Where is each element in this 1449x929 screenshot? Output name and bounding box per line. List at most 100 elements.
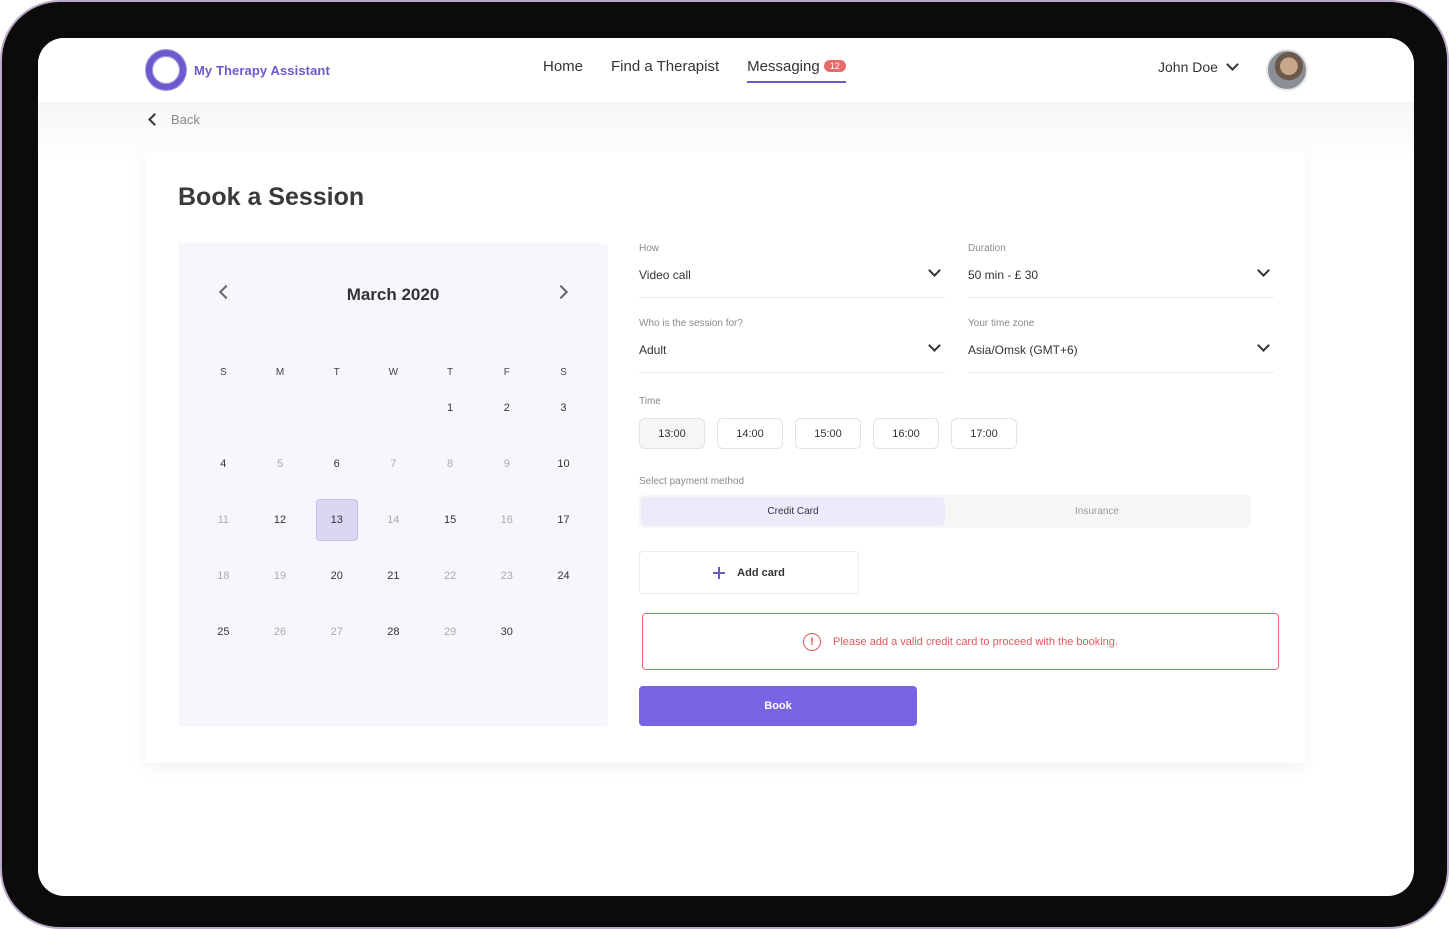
- calendar-day[interactable]: 11: [195, 499, 252, 555]
- app-logo[interactable]: My Therapy Assistant: [146, 50, 330, 90]
- calendar-day[interactable]: 28: [365, 611, 422, 667]
- calendar-day-number: [372, 387, 414, 429]
- error-alert: ! Please add a valid credit card to proc…: [642, 613, 1279, 670]
- calendar-day-number: 16: [500, 514, 513, 526]
- tab-insurance[interactable]: Insurance: [945, 497, 1249, 526]
- calendar-day[interactable]: 9: [478, 443, 535, 499]
- calendar-weekday: F: [503, 367, 510, 378]
- calendar-empty-cell: [308, 387, 365, 443]
- calendar-day-number: [542, 611, 584, 653]
- calendar-grid: S M T W T F S 1 2 3 4 5 6 7 8 9 10 11 12 13 14 15 16 17 18 19 20 21…: [195, 355, 592, 667]
- calendar-day[interactable]: 24: [535, 555, 592, 611]
- calendar-day[interactable]: 17: [535, 499, 592, 555]
- calendar-weekday: W: [388, 367, 399, 378]
- calendar-empty-cell: [252, 387, 309, 443]
- book-button[interactable]: Book: [639, 686, 917, 726]
- calendar-day[interactable]: 7: [365, 443, 422, 499]
- calendar-day[interactable]: 19: [252, 555, 309, 611]
- calendar-day-number: 3: [560, 402, 567, 414]
- calendar-day-number: 27: [330, 626, 343, 638]
- calendar-weekday: M: [275, 367, 285, 378]
- calendar-day-number: 19: [273, 570, 287, 582]
- timezone-field: Your time zone Asia/Omsk (GMT+6): [968, 318, 1274, 373]
- user-menu[interactable]: John Doe: [1158, 58, 1239, 75]
- add-card-label: Add card: [737, 566, 785, 579]
- calendar-day[interactable]: 18: [195, 555, 252, 611]
- calendar-weekday: S: [220, 367, 227, 378]
- time-slot-button[interactable]: 17:00: [951, 418, 1017, 449]
- calendar-day-number: 14: [387, 514, 400, 526]
- chevron-down-icon: [928, 264, 941, 277]
- calendar-day[interactable]: 2: [478, 387, 535, 443]
- calendar-week-row: 11 12 13 14 15 16 17: [195, 499, 592, 555]
- calendar-empty-cell: [195, 387, 252, 443]
- calendar-day[interactable]: 12: [252, 499, 309, 555]
- time-slot-button[interactable]: 14:00: [717, 418, 783, 449]
- calendar-day[interactable]: 20: [308, 555, 365, 611]
- calendar-day[interactable]: 4: [195, 443, 252, 499]
- time-slot-button[interactable]: 15:00: [795, 418, 861, 449]
- calendar-empty-cell: [535, 611, 592, 667]
- calendar-week-row: 25 26 27 28 29 30: [195, 611, 592, 667]
- payment-method-label: Select payment method: [639, 476, 745, 487]
- calendar-day[interactable]: 15: [422, 499, 479, 555]
- calendar-day-number: 20: [330, 570, 343, 582]
- duration-label: Duration: [968, 243, 1006, 254]
- time-slot-button[interactable]: 16:00: [873, 418, 939, 449]
- nav-messaging[interactable]: Messaging 12: [747, 58, 846, 83]
- how-select[interactable]: Video call: [639, 264, 945, 298]
- tab-credit-card[interactable]: Credit Card: [641, 497, 945, 526]
- session-for-label: Who is the session for?: [639, 318, 743, 329]
- how-label: How: [639, 243, 660, 254]
- calendar-day[interactable]: 21: [365, 555, 422, 611]
- nav-find-therapist[interactable]: Find a Therapist: [611, 58, 719, 83]
- alert-circle-icon: !: [803, 632, 822, 651]
- calendar-day[interactable]: 5: [252, 443, 309, 499]
- how-field: How Video call: [639, 243, 945, 298]
- duration-select[interactable]: 50 min - £ 30: [968, 264, 1274, 298]
- session-for-value: Adult: [639, 343, 667, 357]
- calendar-day-number: 28: [387, 626, 400, 638]
- calendar-day-number: 24: [557, 570, 570, 582]
- calendar-day[interactable]: 3: [535, 387, 592, 443]
- calendar-day-number: 30: [500, 626, 513, 638]
- calendar-day-number: 11: [217, 514, 230, 526]
- add-card-button[interactable]: Add card: [639, 551, 859, 594]
- back-link[interactable]: Back: [148, 112, 200, 127]
- payment-method-tabs: Credit Card Insurance: [639, 495, 1251, 528]
- calendar-day-number: 4: [220, 458, 227, 470]
- calendar-month-title: March 2020: [346, 285, 440, 304]
- calendar-day[interactable]: 26: [252, 611, 309, 667]
- back-label: Back: [171, 112, 200, 127]
- calendar-day[interactable]: 30: [478, 611, 535, 667]
- calendar-day[interactable]: 6: [308, 443, 365, 499]
- session-for-select[interactable]: Adult: [639, 339, 945, 373]
- calendar-day[interactable]: 1: [422, 387, 479, 443]
- calendar-day[interactable]: 14: [365, 499, 422, 555]
- chevron-down-icon: [1257, 264, 1270, 277]
- calendar-weekday-row: SMTWTFS: [195, 355, 592, 387]
- app-screen: My Therapy Assistant Home Find a Therapi…: [38, 38, 1414, 896]
- calendar-day[interactable]: 25: [195, 611, 252, 667]
- how-value: Video call: [639, 268, 691, 282]
- nav-home[interactable]: Home: [543, 58, 583, 83]
- calendar-day-number: 15: [443, 514, 457, 526]
- time-slot-button[interactable]: 13:00: [639, 418, 705, 449]
- calendar-day[interactable]: 10: [535, 443, 592, 499]
- calendar-day-number: 8: [447, 458, 454, 470]
- calendar-day[interactable]: 29: [422, 611, 479, 667]
- calendar-day[interactable]: 27: [308, 611, 365, 667]
- calendar-day[interactable]: 16: [478, 499, 535, 555]
- logo-ring-icon: [146, 50, 186, 90]
- calendar-day-number: 1: [447, 402, 454, 414]
- calendar-day[interactable]: 23: [478, 555, 535, 611]
- error-message: Please add a valid credit card to procee…: [833, 635, 1118, 648]
- calendar-day-number: 6: [333, 458, 340, 470]
- chevron-down-icon: [928, 339, 941, 352]
- timezone-select[interactable]: Asia/Omsk (GMT+6): [968, 339, 1274, 373]
- avatar[interactable]: [1266, 49, 1308, 91]
- calendar-day[interactable]: 8: [422, 443, 479, 499]
- calendar-day[interactable]: 22: [422, 555, 479, 611]
- calendar-day-number: 26: [273, 626, 287, 638]
- calendar-day[interactable]: 13: [308, 499, 365, 555]
